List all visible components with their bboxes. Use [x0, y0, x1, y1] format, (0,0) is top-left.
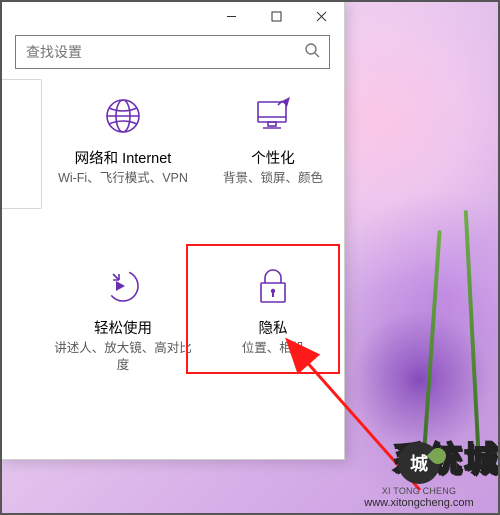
tile-subtitle: 讲述人、放大镜、高对比度	[53, 340, 193, 374]
tile-ease-of-access[interactable]: 轻松使用 讲述人、放大镜、高对比度	[53, 261, 193, 374]
tile-personalization[interactable]: 个性化 背景、锁屏、颜色	[203, 91, 343, 187]
globe-icon	[53, 91, 193, 141]
search-icon	[295, 42, 329, 63]
settings-grid: 网络和 Internet Wi-Fi、飞行模式、VPN 个性化 背景、锁屏、颜色	[53, 91, 330, 445]
watermark-brand-en: XI TONG CHENG	[344, 486, 494, 496]
personalization-icon	[203, 91, 343, 141]
tile-network[interactable]: 网络和 Internet Wi-Fi、飞行模式、VPN	[53, 91, 193, 187]
tile-privacy[interactable]: 隐私 位置、相机	[203, 261, 343, 357]
tile-title: 隐私	[203, 317, 343, 338]
settings-window: 网络和 Internet Wi-Fi、飞行模式、VPN 个性化 背景、锁屏、颜色	[0, 0, 345, 460]
maximize-button[interactable]	[254, 1, 299, 31]
tile-title: 网络和 Internet	[53, 147, 193, 168]
lock-icon	[203, 261, 343, 311]
tile-subtitle: 位置、相机	[203, 340, 343, 357]
titlebar	[1, 1, 344, 31]
watermark: 城 XI TONG CHENG www.xitongcheng.com	[344, 442, 494, 509]
watermark-logo-icon: 城	[398, 442, 440, 484]
close-button[interactable]	[299, 1, 344, 31]
minimize-button[interactable]	[209, 1, 254, 31]
ease-of-access-icon	[53, 261, 193, 311]
tile-subtitle: 背景、锁屏、颜色	[203, 170, 343, 187]
search-box[interactable]	[15, 35, 330, 69]
partial-tile-left[interactable]	[2, 79, 42, 209]
search-input[interactable]	[16, 44, 295, 60]
watermark-site: www.xitongcheng.com	[344, 497, 494, 509]
tile-title: 个性化	[203, 147, 343, 168]
tile-subtitle: Wi-Fi、飞行模式、VPN	[53, 170, 193, 187]
tile-title: 轻松使用	[53, 317, 193, 338]
